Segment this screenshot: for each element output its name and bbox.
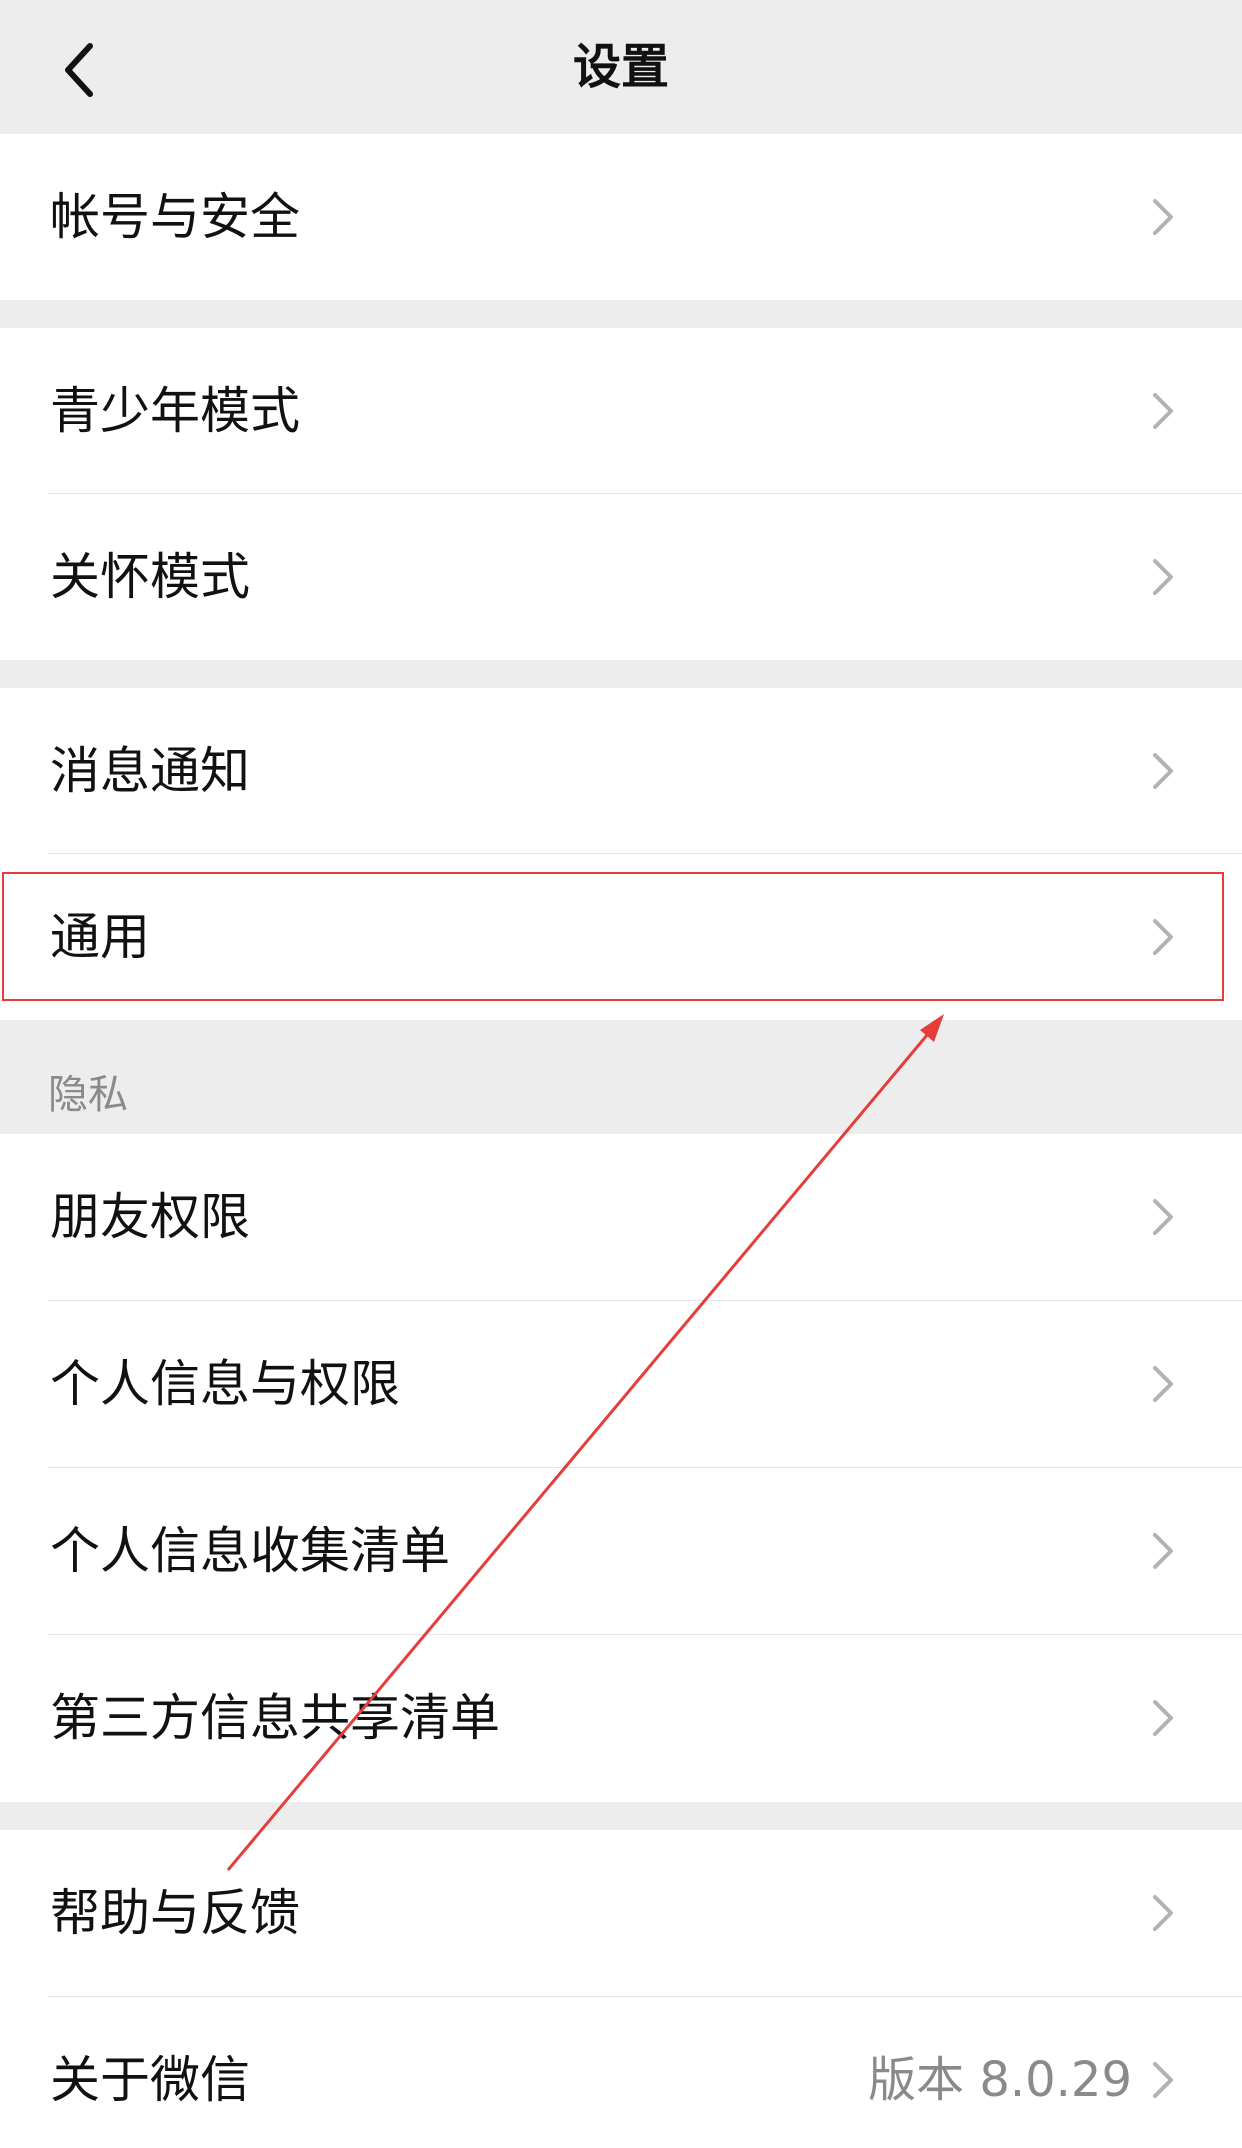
row-label: 朋友权限	[50, 1188, 250, 1246]
chevron-right-icon	[1153, 199, 1173, 235]
group-notify: 消息通知 通用	[0, 688, 1242, 1020]
row-label: 个人信息与权限	[50, 1355, 400, 1413]
row-help-feedback[interactable]: 帮助与反馈	[0, 1830, 1242, 1996]
chevron-right-icon	[1153, 1366, 1173, 1402]
row-label: 消息通知	[50, 742, 250, 800]
chevron-right-icon	[1153, 919, 1173, 955]
chevron-right-icon	[1153, 559, 1173, 595]
group-help: 帮助与反馈 关于微信 版本 8.0.29	[0, 1830, 1242, 2148]
row-about-wechat[interactable]: 关于微信 版本 8.0.29	[0, 1997, 1242, 2148]
row-label: 帐号与安全	[50, 188, 300, 246]
row-label: 第三方信息共享清单	[50, 1689, 500, 1747]
row-label: 帮助与反馈	[50, 1884, 300, 1942]
chevron-right-icon	[1153, 2062, 1173, 2098]
row-label: 关于微信	[50, 2051, 250, 2109]
row-account-security[interactable]: 帐号与安全	[0, 134, 1242, 300]
section-label-privacy: 隐私	[48, 1072, 128, 1118]
chevron-right-icon	[1153, 393, 1173, 429]
row-friend-permissions[interactable]: 朋友权限	[0, 1134, 1242, 1300]
row-label: 关怀模式	[50, 548, 250, 606]
settings-screen: 设置 帐号与安全 青少年模式 关怀模式 消息通知 通用 隐私 朋友权限 个人信息…	[0, 0, 1242, 2148]
page-title: 设置	[572, 39, 669, 95]
row-label: 青少年模式	[50, 382, 300, 440]
group-modes: 青少年模式 关怀模式	[0, 328, 1242, 660]
row-teen-mode[interactable]: 青少年模式	[0, 328, 1242, 494]
chevron-right-icon	[1153, 1199, 1173, 1235]
row-message-notify[interactable]: 消息通知	[0, 688, 1242, 854]
row-label: 个人信息收集清单	[50, 1522, 450, 1580]
row-third-party-sharing[interactable]: 第三方信息共享清单	[0, 1635, 1242, 1801]
row-personal-info-permissions[interactable]: 个人信息与权限	[0, 1301, 1242, 1467]
chevron-right-icon	[1153, 1895, 1173, 1931]
chevron-right-icon	[1153, 1533, 1173, 1569]
version-value: 版本 8.0.29	[868, 2052, 1132, 2108]
annotation-arrow	[226, 1014, 944, 1871]
group-account: 帐号与安全	[0, 134, 1242, 300]
row-personal-info-collection[interactable]: 个人信息收集清单	[0, 1468, 1242, 1634]
row-care-mode[interactable]: 关怀模式	[0, 494, 1242, 660]
group-privacy: 朋友权限 个人信息与权限 个人信息收集清单 第三方信息共享清单	[0, 1134, 1242, 1802]
row-label: 通用	[50, 908, 150, 966]
header-bar: 设置	[0, 0, 1242, 134]
chevron-right-icon	[1153, 753, 1173, 789]
chevron-right-icon	[1153, 1700, 1173, 1736]
row-general[interactable]: 通用	[0, 854, 1242, 1020]
